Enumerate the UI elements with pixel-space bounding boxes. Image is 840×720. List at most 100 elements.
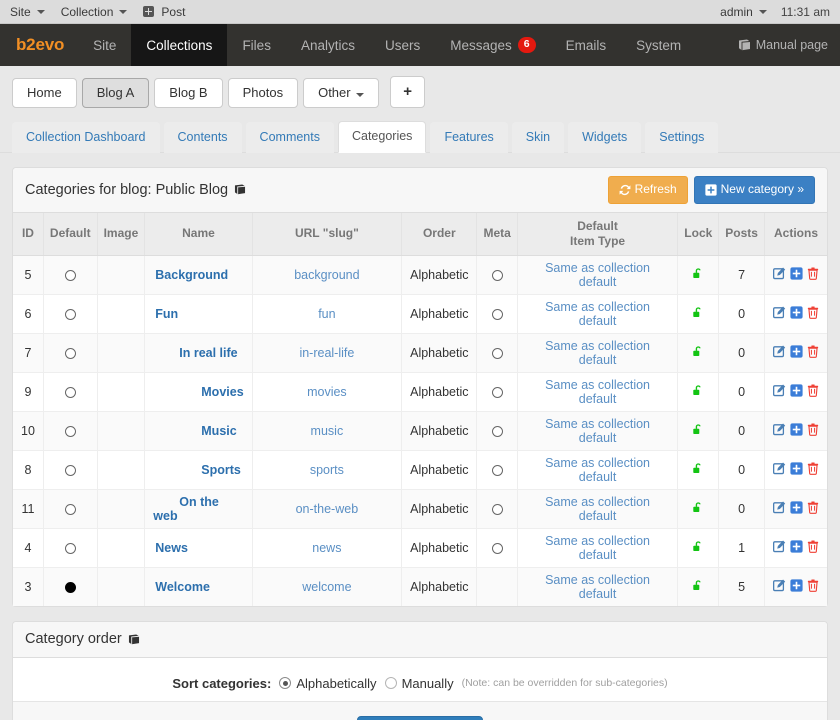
collection-tab-other[interactable]: Other [303, 78, 380, 108]
meta-radio-icon[interactable] [491, 503, 503, 515]
evobar-user-menu[interactable]: admin [720, 5, 767, 19]
tab-comments[interactable]: Comments [245, 122, 334, 153]
delete-icon[interactable] [807, 579, 819, 592]
default-radio-icon[interactable] [64, 386, 76, 398]
default-item-type-link[interactable]: Same as collection default [545, 417, 650, 445]
unlock-icon[interactable] [691, 540, 705, 553]
meta-radio-icon[interactable] [491, 308, 503, 320]
edit-icon[interactable] [772, 462, 786, 475]
category-name-link[interactable]: Sports [201, 463, 241, 477]
category-slug-link[interactable]: on-the-web [296, 502, 359, 516]
default-radio-icon[interactable] [64, 464, 76, 476]
tab-widgets[interactable]: Widgets [568, 122, 642, 153]
add-collection-button[interactable]: + [390, 76, 425, 108]
default-radio-icon[interactable] [64, 503, 76, 515]
cell-lock[interactable] [677, 255, 719, 295]
default-radio-icon[interactable] [64, 542, 76, 554]
meta-radio-icon[interactable] [491, 386, 503, 398]
tab-contents[interactable]: Contents [163, 122, 242, 153]
cell-default[interactable] [42, 528, 98, 568]
category-name-link[interactable]: Background [155, 268, 228, 282]
unlock-icon[interactable] [691, 579, 705, 592]
cell-default[interactable] [42, 372, 98, 412]
cell-default[interactable] [42, 450, 98, 490]
cell-default[interactable] [42, 294, 98, 334]
tab-settings[interactable]: Settings [645, 122, 719, 153]
meta-radio-icon[interactable] [491, 269, 503, 281]
nav-item-site[interactable]: Site [78, 24, 131, 66]
category-slug-link[interactable]: news [312, 541, 341, 555]
manual-page-link[interactable]: Manual page [738, 24, 840, 66]
cell-lock[interactable] [677, 567, 719, 606]
collection-tab-blog-b[interactable]: Blog B [154, 78, 223, 108]
delete-icon[interactable] [807, 423, 819, 436]
add-icon[interactable] [790, 462, 803, 475]
col-header-lock[interactable]: Lock [677, 212, 719, 256]
collection-tab-photos[interactable]: Photos [227, 78, 299, 108]
default-item-type-link[interactable]: Same as collection default [545, 456, 650, 484]
cell-default[interactable] [42, 411, 98, 451]
edit-icon[interactable] [772, 306, 786, 319]
cell-meta[interactable] [476, 255, 518, 295]
nav-item-users[interactable]: Users [370, 24, 435, 66]
col-header-id[interactable]: ID [13, 212, 44, 256]
unlock-icon[interactable] [691, 384, 705, 397]
sort-option-manually[interactable]: Manually [384, 676, 454, 691]
col-header-image[interactable]: Image [96, 212, 145, 256]
cell-meta[interactable] [476, 372, 518, 412]
default-radio-icon[interactable] [64, 425, 76, 437]
default-item-type-link[interactable]: Same as collection default [545, 339, 650, 367]
delete-icon[interactable] [807, 501, 819, 514]
default-item-type-link[interactable]: Same as collection default [545, 534, 650, 562]
cell-lock[interactable] [677, 411, 719, 451]
add-icon[interactable] [790, 540, 803, 553]
default-item-type-link[interactable]: Same as collection default [545, 378, 650, 406]
default-item-type-link[interactable]: Same as collection default [545, 300, 650, 328]
category-name-link[interactable]: News [155, 541, 188, 555]
collection-tab-blog-a[interactable]: Blog A [81, 78, 150, 108]
nav-item-system[interactable]: System [621, 24, 696, 66]
cell-meta[interactable] [476, 294, 518, 334]
cell-default[interactable] [42, 255, 98, 295]
cell-lock[interactable] [677, 333, 719, 373]
evobar-collection-menu[interactable]: Collection [61, 5, 128, 19]
col-header-meta[interactable]: Meta [476, 212, 518, 256]
add-icon[interactable] [790, 501, 803, 514]
nav-item-analytics[interactable]: Analytics [286, 24, 370, 66]
unlock-icon[interactable] [691, 462, 705, 475]
edit-icon[interactable] [772, 501, 786, 514]
tab-features[interactable]: Features [430, 122, 508, 153]
default-item-type-link[interactable]: Same as collection default [545, 495, 650, 523]
category-name-link[interactable]: On the web [153, 495, 219, 523]
category-name-link[interactable]: Welcome [155, 580, 210, 594]
col-header-default-item-type[interactable]: Default Item Type [516, 212, 678, 256]
nav-item-collections[interactable]: Collections [131, 24, 228, 66]
default-radio-icon[interactable] [64, 347, 76, 359]
cell-lock[interactable] [677, 294, 719, 334]
cell-lock[interactable] [677, 372, 719, 412]
nav-item-emails[interactable]: Emails [551, 24, 622, 66]
meta-radio-icon[interactable] [491, 542, 503, 554]
category-slug-link[interactable]: fun [318, 307, 335, 321]
cell-meta[interactable] [476, 411, 518, 451]
cell-lock[interactable] [677, 528, 719, 568]
category-slug-link[interactable]: in-real-life [299, 346, 354, 360]
unlock-icon[interactable] [691, 345, 705, 358]
unlock-icon[interactable] [691, 501, 705, 514]
evobar-site-menu[interactable]: Site [10, 5, 45, 19]
cell-default[interactable] [42, 333, 98, 373]
category-name-link[interactable]: Movies [201, 385, 243, 399]
cell-meta[interactable] [476, 450, 518, 490]
tab-categories[interactable]: Categories [337, 121, 427, 153]
edit-icon[interactable] [772, 540, 786, 553]
cell-lock[interactable] [677, 489, 719, 529]
unlock-icon[interactable] [691, 306, 705, 319]
category-name-link[interactable]: Fun [155, 307, 178, 321]
default-radio-icon[interactable] [64, 308, 76, 320]
delete-icon[interactable] [807, 540, 819, 553]
unlock-icon[interactable] [691, 267, 705, 280]
category-name-link[interactable]: In real life [179, 346, 237, 360]
cell-meta[interactable] [476, 333, 518, 373]
default-radio-icon[interactable] [64, 581, 76, 593]
delete-icon[interactable] [807, 267, 819, 280]
